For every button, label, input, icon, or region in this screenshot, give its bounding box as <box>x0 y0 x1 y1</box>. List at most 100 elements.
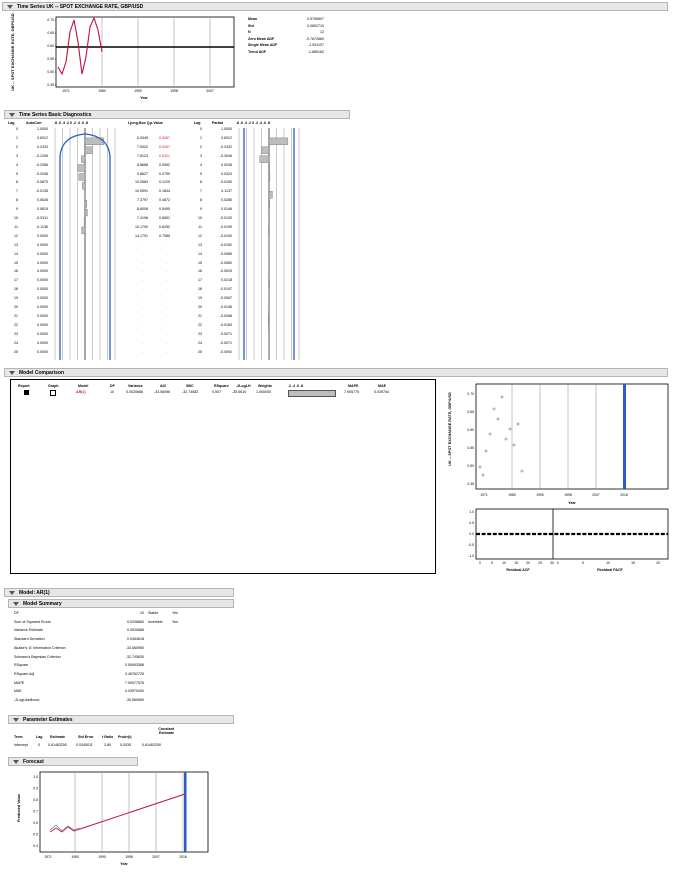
diagnostics-header[interactable]: Time Series Basic Diagnostics <box>4 110 350 119</box>
disclosure-triangle-icon[interactable] <box>9 371 15 375</box>
pacf-value: -0.0067 <box>208 296 232 300</box>
model-comparison-plot: UK -- SPOT EXCHANGE RATE, GBP/USD 0.700.… <box>440 379 670 574</box>
forecast-chart: Predicted Value 1.00.90.80.70.60.50.4 19… <box>14 768 214 868</box>
mc-cell: 0.039754 <box>374 390 389 394</box>
model-comparison-header[interactable]: Model Comparison <box>4 368 668 377</box>
model-comparison-chart: UK -- SPOT EXCHANGE RATE, GBP/USD 0.700.… <box>440 379 670 574</box>
pacf-value: -0.0150 <box>208 180 232 184</box>
p-value: 0.5495 <box>150 207 170 211</box>
param-col-header: Lag <box>36 735 42 739</box>
ljung-box-q: 7.8123 <box>128 154 148 158</box>
acf-lag: 8 <box>8 198 18 202</box>
pacf-lag: 22 <box>192 323 202 327</box>
disclosure-triangle-icon[interactable] <box>9 591 15 595</box>
disclosure-triangle-icon[interactable] <box>7 5 13 9</box>
ljung-box-q: . <box>142 341 143 345</box>
mc-x-tick-label: 1980 <box>508 493 516 497</box>
ts-y-tick-label: 0.60 <box>47 44 54 48</box>
ljung-box-q: 6.5345 <box>128 136 148 140</box>
ljung-box-q: . <box>142 287 143 291</box>
residual-acf-x-tick: 10 <box>502 561 506 565</box>
bar <box>269 200 270 207</box>
model-ar1-header[interactable]: Model: AR(1) <box>4 588 234 597</box>
pacf-value: -0.0146 <box>208 305 232 309</box>
pacf-value: -0.0152 <box>208 243 232 247</box>
bar <box>262 147 269 154</box>
ljung-box-q: 14.1791 <box>128 234 148 238</box>
mc-col-header: Graph <box>48 384 59 388</box>
acf-lag: 23 <box>8 332 18 336</box>
p-value: 0.6252 <box>150 225 170 229</box>
acf-value: 0.0626 <box>24 198 48 202</box>
report-checkbox[interactable] <box>24 390 29 395</box>
pacf-col-header: Lag <box>194 121 200 125</box>
mc-col-header: -2LogLH <box>236 384 251 388</box>
acf-value: 0.0000 <box>24 350 48 354</box>
model-name-link[interactable]: AR(1) <box>76 390 86 394</box>
summary-value: -32.745830 <box>104 655 144 659</box>
acf-value: 0.0000 <box>24 296 48 300</box>
p-value: . <box>166 243 167 247</box>
stat-value: -1.685162 <box>288 50 324 54</box>
summary-label: Variance Estimate <box>14 628 43 632</box>
stat-value: 0.5756807 <box>288 17 324 21</box>
acf-value: 0.0000 <box>24 234 48 238</box>
ts-x-tick-label: 2007 <box>206 89 214 93</box>
acf-value: 0.0000 <box>24 341 48 345</box>
acf-lag: 13 <box>8 243 18 247</box>
mc-col-header: MAE <box>378 384 386 388</box>
pacf-value: -0.0120 <box>208 216 232 220</box>
forecast-y-tick-label: 0.5 <box>33 833 38 837</box>
parameter-estimates-header[interactable]: Parameter Estimates <box>8 715 234 724</box>
forecast-header[interactable]: Forecast <box>8 757 138 766</box>
pacf-lag: 5 <box>192 172 202 176</box>
model-summary-title: Model Summary <box>23 601 62 607</box>
p-value: . <box>166 350 167 354</box>
mc-x-ticks: 197119801990199820072016 <box>480 493 628 497</box>
model-summary-table: DF10Sum of Squared Errors0.0206860Varian… <box>14 611 234 711</box>
residual-left-tick-label: 0.5 <box>469 521 474 525</box>
p-value: . <box>166 305 167 309</box>
disclosure-triangle-icon[interactable] <box>9 113 15 117</box>
pacf-lag: 12 <box>192 234 202 238</box>
forecast-x-tick-label: 1980 <box>71 855 79 859</box>
ts-y-tick-label: 0.70 <box>47 18 54 22</box>
disclosure-triangle-icon[interactable] <box>13 602 19 606</box>
acf-lag: 5 <box>8 172 18 176</box>
disclosure-triangle-icon[interactable] <box>13 718 19 722</box>
stat-value: 0.0652710 <box>288 24 324 28</box>
residual-pacf-label: Residual PACF <box>597 568 623 572</box>
p-value: 0.0267 <box>150 145 170 149</box>
model-summary-header[interactable]: Model Summary <box>8 599 234 608</box>
disclosure-triangle-icon[interactable] <box>13 760 19 764</box>
param-col-header: Constant Estimate <box>144 727 174 736</box>
graph-checkbox[interactable] <box>50 390 56 396</box>
pacf-lag: 19 <box>192 296 202 300</box>
pacf-lag: 23 <box>192 332 202 336</box>
mc-cell: 1.000000 <box>256 390 271 394</box>
residual-left-tick-label: -1.0 <box>468 554 474 558</box>
p-value: 0.4872 <box>150 198 170 202</box>
summary-label: Standard Deviation <box>14 637 45 641</box>
acf-lag: 25 <box>8 350 18 354</box>
forecast-marker <box>184 772 187 852</box>
pacf-lag: 15 <box>192 261 202 265</box>
mc-col-header: Weights <box>258 384 272 388</box>
forecast-x-tick-label: 1990 <box>98 855 106 859</box>
pacf-lag: 16 <box>192 269 202 273</box>
time-series-title-bar[interactable]: Time Series UK -- SPOT EXCHANGE RATE, GB… <box>2 2 668 11</box>
pacf-value: -0.3046 <box>208 154 232 158</box>
stat-value: -0.7672660 <box>288 37 324 41</box>
forecast-y-tick-label: 0.9 <box>33 787 38 791</box>
mc-col-header: Variance <box>128 384 143 388</box>
summary-label: MAPE <box>14 681 24 685</box>
acf-value: 0.0000 <box>24 269 48 273</box>
bar <box>269 138 288 145</box>
residual-pacf-x-tick: 15 <box>631 561 635 565</box>
summary-label: RSquare Adj <box>14 672 34 676</box>
p-value: 0.0067 <box>150 136 170 140</box>
bar <box>269 165 270 172</box>
residual-pacf-x-tick: 5 <box>582 561 584 565</box>
p-value: . <box>166 261 167 265</box>
acf-col-header: Lag <box>8 121 14 125</box>
